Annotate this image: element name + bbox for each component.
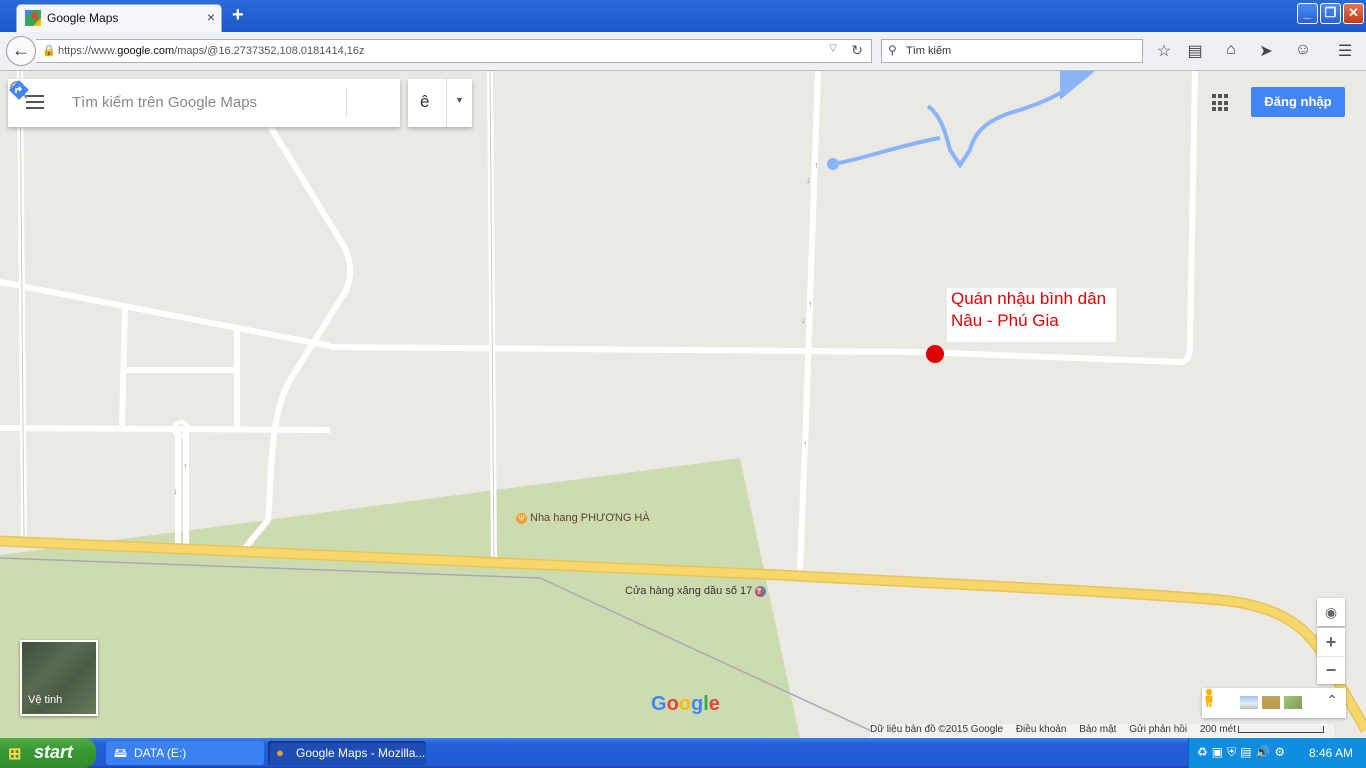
bookmark-star-icon[interactable]: ☆ [1153,41,1175,61]
restaurant-poi[interactable]: Ψ Nha hang PHƯƠNG HÀ [516,512,650,524]
maximize-button[interactable]: ❐ [1320,3,1341,24]
browser-search-bar[interactable]: ⚲ Tìm kiếm [881,39,1143,63]
satellite-toggle[interactable]: Vệ tinh [20,640,98,716]
svg-text:↑: ↑ [808,299,813,309]
reload-icon[interactable]: ↻ [851,42,863,59]
terms-link[interactable]: Điều khoản [1016,724,1067,735]
send-icon[interactable]: ➤ [1255,41,1277,61]
imagery-bar: ⌃ [1202,688,1346,718]
zoom-out-button[interactable]: − [1317,656,1345,684]
photo-thumbnail[interactable] [1284,696,1302,709]
minimize-button[interactable]: _ [1297,3,1318,24]
firefox-icon: ● [276,745,284,760]
gas-station-poi-label: Cửa hàng xăng dầu số 17 [625,585,753,597]
taskbar-item-firefox[interactable]: ● Google Maps - Mozilla... [268,741,426,765]
svg-text:↓: ↓ [806,175,811,185]
svg-text:↑: ↑ [814,160,819,170]
signin-button[interactable]: Đăng nhập [1251,87,1345,117]
reading-list-icon[interactable]: ▤ [1184,41,1206,61]
browser-nav-bar: ← 🔒 https://www.google.com/maps/@16.2737… [0,32,1366,71]
svg-text:↓: ↓ [173,486,178,496]
svg-text:↑: ↑ [183,461,188,471]
map-roads-svg: ↑↓ ↑↓ ↑ ↑↓ [0,71,1366,738]
language-divider [446,79,447,127]
privacy-link[interactable]: Bảo mật [1079,724,1116,735]
zoom-controls: + − [1317,628,1345,684]
map-data-credit: Dữ liệu bản đồ ©2015 Google [870,724,1004,735]
close-window-button[interactable]: ✕ [1343,3,1364,24]
apps-grid-icon[interactable] [1212,94,1230,112]
browser-search-placeholder: Tìm kiếm [906,45,952,57]
back-arrow-icon: ← [12,40,30,60]
windows-flag-icon: ⊞ [8,746,22,763]
lock-icon: 🔒 [42,45,56,57]
start-label: start [34,742,74,762]
pegman-icon[interactable] [1202,688,1216,708]
svg-text:↑: ↑ [803,439,808,449]
expand-icon[interactable]: ⌃ [1326,692,1338,709]
zoom-in-button[interactable]: + [1317,628,1345,656]
my-location-button[interactable]: ◉ [1317,598,1345,626]
drive-icon: 🖴 [114,745,128,760]
screen: Google Maps × + _ ❐ ✕ ← 🔒 https://www.go… [0,0,1366,768]
google-maps-favicon-icon [25,10,41,26]
fork-knife-icon: Ψ [516,513,527,524]
start-button[interactable]: ⊞ start [0,738,96,768]
scale-bar [1238,725,1324,733]
search-divider [346,89,347,117]
directions-icon[interactable] [8,79,30,101]
scale-label[interactable]: 200 mét [1200,724,1236,735]
search-icon: ⚲ [888,43,897,57]
svg-text:↓: ↓ [801,315,806,325]
gas-pump-icon: ⛽ [755,586,767,597]
taskbar-item-label: Google Maps - Mozilla... [296,746,426,760]
new-tab-button[interactable]: + [232,5,244,25]
system-tray: ♻▣⛨▤🔊⚙ 8:46 AM [1188,738,1366,768]
language-label: ê [420,92,430,111]
input-language-selector[interactable]: ê ▼ [408,79,472,127]
chat-icon[interactable]: ☺ [1292,41,1314,59]
maps-search-input[interactable]: Tìm kiếm trên Google Maps [72,94,257,111]
url-history-dropdown-icon[interactable]: ▽ [829,43,837,54]
satellite-label: Vệ tinh [28,694,63,706]
gas-station-poi[interactable]: Cửa hàng xăng dầu số 17 ⛽ [625,585,767,597]
earth-thumbnail[interactable] [1240,696,1258,709]
back-button[interactable]: ← [6,36,36,66]
maps-search-box[interactable]: Tìm kiếm trên Google Maps [8,79,400,127]
menu-icon[interactable]: ☰ [1334,41,1356,61]
place-annotation-label: Quán nhậu bình dân Nâu - Phú Gia [947,288,1116,342]
taskbar-item-data-drive[interactable]: 🖴 DATA (E:) [106,741,264,765]
tab-title: Google Maps [47,11,119,25]
chevron-down-icon[interactable]: ▼ [455,95,464,105]
url-bar[interactable]: 🔒 https://www.google.com/maps/@16.273735… [36,39,872,63]
restaurant-poi-label: Nha hang PHƯƠNG HÀ [530,512,650,524]
browser-tab-google-maps[interactable]: Google Maps × [16,4,222,32]
map-footer: Dữ liệu bản đồ ©2015 Google Điều khoản B… [870,724,1334,738]
google-logo: Google [651,693,720,715]
home-icon[interactable]: ⌂ [1220,41,1242,59]
tray-icons[interactable]: ♻▣⛨▤🔊⚙ [1197,745,1289,760]
terrain-thumbnail[interactable] [1262,696,1280,709]
url-text: https://www.google.com/maps/@16.2737352,… [58,45,365,57]
feedback-link[interactable]: Gửi phản hồi [1129,724,1187,735]
windows-taskbar: ⊞ start 🖴 DATA (E:) ● Google Maps - Mozi… [0,738,1366,768]
browser-title-bar: Google Maps × + _ ❐ ✕ [0,0,1366,32]
tab-close-icon[interactable]: × [207,9,215,25]
map-canvas[interactable]: ↑ ↓ ↑ ↓ ↑ ↑ ↓ Tìm kiếm trên Google Maps ê [0,71,1366,738]
clock[interactable]: 8:46 AM [1309,746,1353,760]
location-target-icon: ◉ [1324,604,1338,620]
taskbar-item-label: DATA (E:) [134,746,187,760]
